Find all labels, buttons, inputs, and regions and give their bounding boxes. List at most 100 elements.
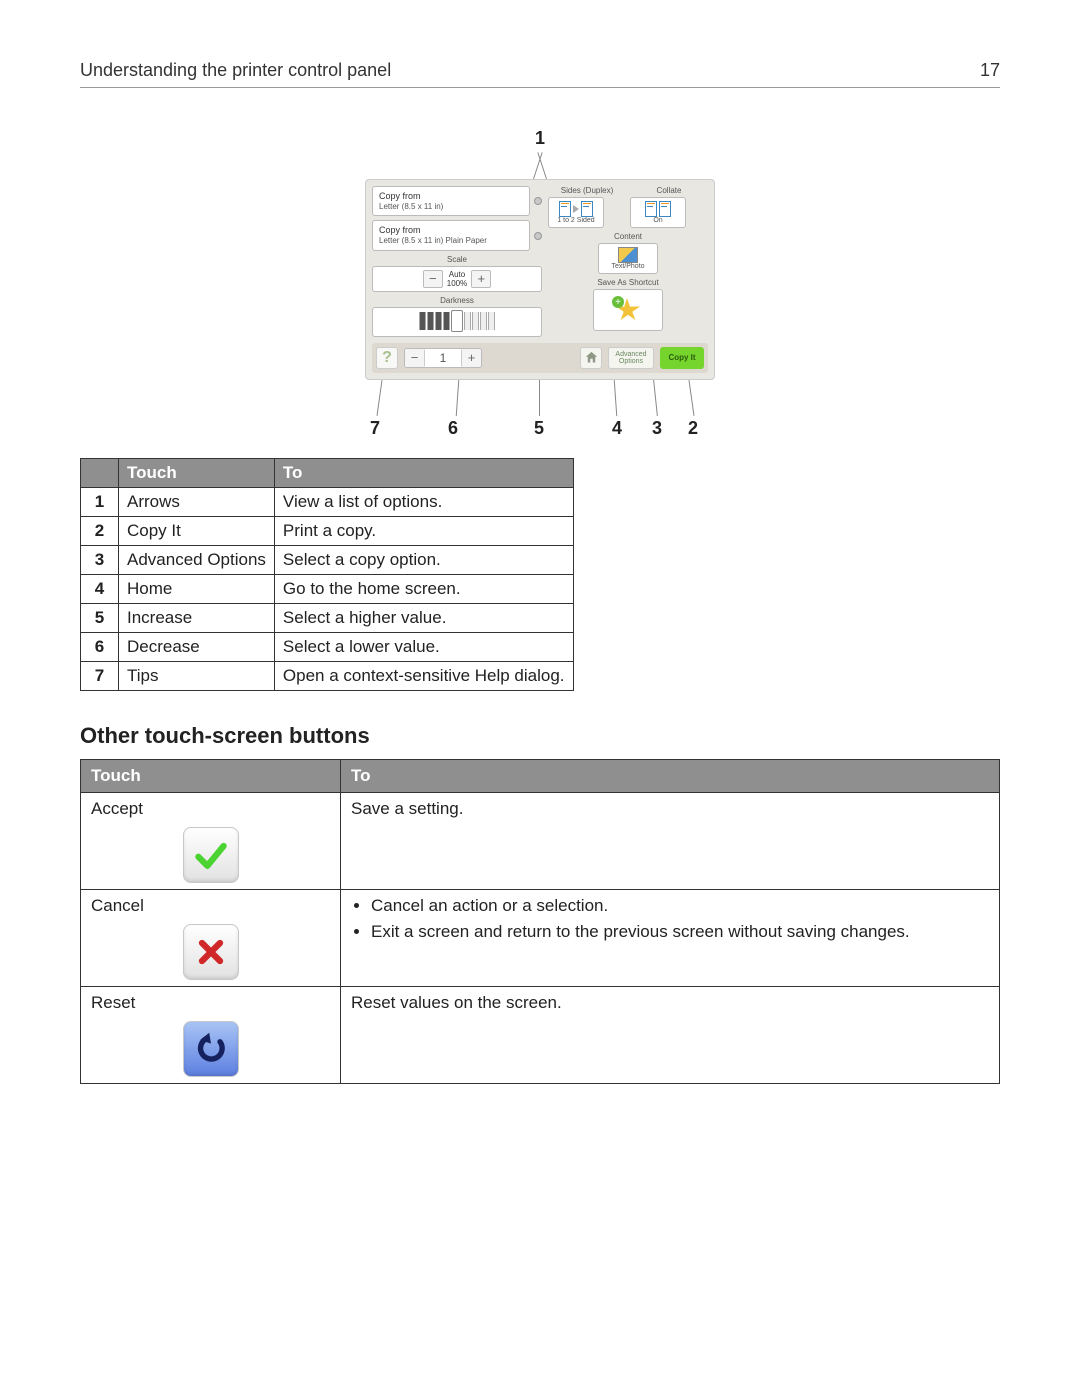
content-label: Content xyxy=(548,232,708,241)
row-num: 4 xyxy=(81,574,119,603)
copy-from-1-title: Copy from xyxy=(379,191,523,202)
increase-button[interactable]: + xyxy=(461,349,481,367)
save-shortcut-tile[interactable]: + xyxy=(593,289,663,331)
callout-4: 4 xyxy=(612,418,622,439)
touch-label: Cancel xyxy=(91,896,330,916)
row-touch: Accept xyxy=(81,792,341,889)
callout-3: 3 xyxy=(652,418,662,439)
x-icon xyxy=(193,934,229,970)
col-touch: Touch xyxy=(81,759,341,792)
row-num: 3 xyxy=(81,545,119,574)
table-row: 3Advanced OptionsSelect a copy option. xyxy=(81,545,574,574)
touch-label: Reset xyxy=(91,993,330,1013)
table-row: 1ArrowsView a list of options. xyxy=(81,487,574,516)
row-touch: Reset xyxy=(81,986,341,1083)
advanced-line2: Options xyxy=(615,358,646,365)
page-header: Understanding the printer control panel … xyxy=(80,60,1000,88)
row-touch: Cancel xyxy=(81,889,341,986)
copy-from-card-1[interactable]: Copy from Letter (8.5 x 11 in) xyxy=(372,186,530,216)
arrow-icon[interactable] xyxy=(534,197,542,205)
col-num xyxy=(81,458,119,487)
advanced-line1: Advanced xyxy=(615,351,646,358)
table-row: 2Copy ItPrint a copy. xyxy=(81,516,574,545)
callout-1: 1 xyxy=(360,128,720,149)
table-row: Cancel Cancel an action or a selection. Ex… xyxy=(81,889,1000,986)
cancel-button[interactable] xyxy=(183,924,239,980)
col-to: To xyxy=(341,759,1000,792)
collate-value: On xyxy=(653,217,662,224)
sides-value: 1 to 2 Sided xyxy=(557,217,594,224)
scale-increase-button[interactable]: + xyxy=(471,270,491,288)
scale-decrease-button[interactable]: − xyxy=(423,270,443,288)
content-value: Text/Photo xyxy=(611,263,644,270)
row-num: 6 xyxy=(81,632,119,661)
arrow-icon[interactable] xyxy=(534,232,542,240)
copy-from-1-sub: Letter (8.5 x 11 in) xyxy=(379,202,523,212)
row-to: Open a context-sensitive Help dialog. xyxy=(274,661,573,690)
scale-value: 100% xyxy=(447,279,467,288)
row-touch: Copy It xyxy=(119,516,275,545)
decrease-button[interactable]: − xyxy=(405,349,425,367)
darkness-slider[interactable] xyxy=(372,307,542,337)
table-row: 6DecreaseSelect a lower value. xyxy=(81,632,574,661)
row-to: Select a copy option. xyxy=(274,545,573,574)
scale-label: Scale xyxy=(372,255,542,264)
table-row: ResetReset values on the screen. xyxy=(81,986,1000,1083)
panel-illustration: 1 Copy from Letter (8.5 x 11 in) xyxy=(360,128,720,440)
sides-label: Sides (Duplex) xyxy=(548,186,626,195)
home-button[interactable] xyxy=(580,347,602,369)
row-num: 1 xyxy=(81,487,119,516)
bullet-item: Exit a screen and return to the previous… xyxy=(371,922,989,942)
row-to: View a list of options. xyxy=(274,487,573,516)
table-row: 5IncreaseSelect a higher value. xyxy=(81,603,574,632)
collate-tile[interactable]: On xyxy=(630,197,686,228)
table-row: Accept Save a setting. xyxy=(81,792,1000,889)
reset-button[interactable] xyxy=(183,1021,239,1077)
callout-5: 5 xyxy=(534,418,544,439)
scale-mode: Auto xyxy=(447,270,467,279)
row-touch: Home xyxy=(119,574,275,603)
row-to: Save a setting. xyxy=(341,792,1000,889)
header-title: Understanding the printer control panel xyxy=(80,60,391,81)
table-row: 7TipsOpen a context-sensitive Help dialo… xyxy=(81,661,574,690)
row-to: Select a lower value. xyxy=(274,632,573,661)
copy-it-button[interactable]: Copy It xyxy=(660,347,704,369)
row-to: Go to the home screen. xyxy=(274,574,573,603)
scale-control: − Auto 100% + xyxy=(372,266,542,292)
undo-arrow-icon xyxy=(193,1031,229,1067)
row-to: Print a copy. xyxy=(274,516,573,545)
copy-from-2-sub: Letter (8.5 x 11 in) Plain Paper xyxy=(379,236,523,246)
row-touch: Tips xyxy=(119,661,275,690)
content-tile[interactable]: Text/Photo xyxy=(598,243,658,274)
row-touch: Arrows xyxy=(119,487,275,516)
table-row: 4HomeGo to the home screen. xyxy=(81,574,574,603)
row-num: 2 xyxy=(81,516,119,545)
section-heading: Other touch-screen buttons xyxy=(80,723,1000,749)
sides-tile[interactable]: 1 to 2 Sided xyxy=(548,197,604,228)
collate-label: Collate xyxy=(630,186,708,195)
checkmark-icon xyxy=(193,837,229,873)
plus-badge-icon: + xyxy=(612,296,624,308)
bullet-item: Cancel an action or a selection. xyxy=(371,896,989,916)
row-num: 5 xyxy=(81,603,119,632)
row-touch: Increase xyxy=(119,603,275,632)
row-to: Select a higher value. xyxy=(274,603,573,632)
col-touch: Touch xyxy=(119,458,275,487)
advanced-options-button[interactable]: Advanced Options xyxy=(608,347,654,369)
darkness-label: Darkness xyxy=(372,296,542,305)
touch-label: Accept xyxy=(91,799,330,819)
tips-button[interactable]: ? xyxy=(376,347,398,369)
other-buttons-table: Touch To AcceptSave a setting.CancelCanc… xyxy=(80,759,1000,1084)
row-touch: Advanced Options xyxy=(119,545,275,574)
callout-7: 7 xyxy=(370,418,380,439)
callout-6: 6 xyxy=(448,418,458,439)
row-to: Cancel an action or a selection. Exit a s… xyxy=(341,889,1000,986)
row-touch: Decrease xyxy=(119,632,275,661)
col-to: To xyxy=(274,458,573,487)
copy-from-2-title: Copy from xyxy=(379,225,523,236)
copy-from-card-2[interactable]: Copy from Letter (8.5 x 11 in) Plain Pap… xyxy=(372,220,530,250)
callout-2: 2 xyxy=(688,418,698,439)
page-number: 17 xyxy=(980,60,1000,81)
copy-count: 1 xyxy=(425,351,461,365)
accept-button[interactable] xyxy=(183,827,239,883)
